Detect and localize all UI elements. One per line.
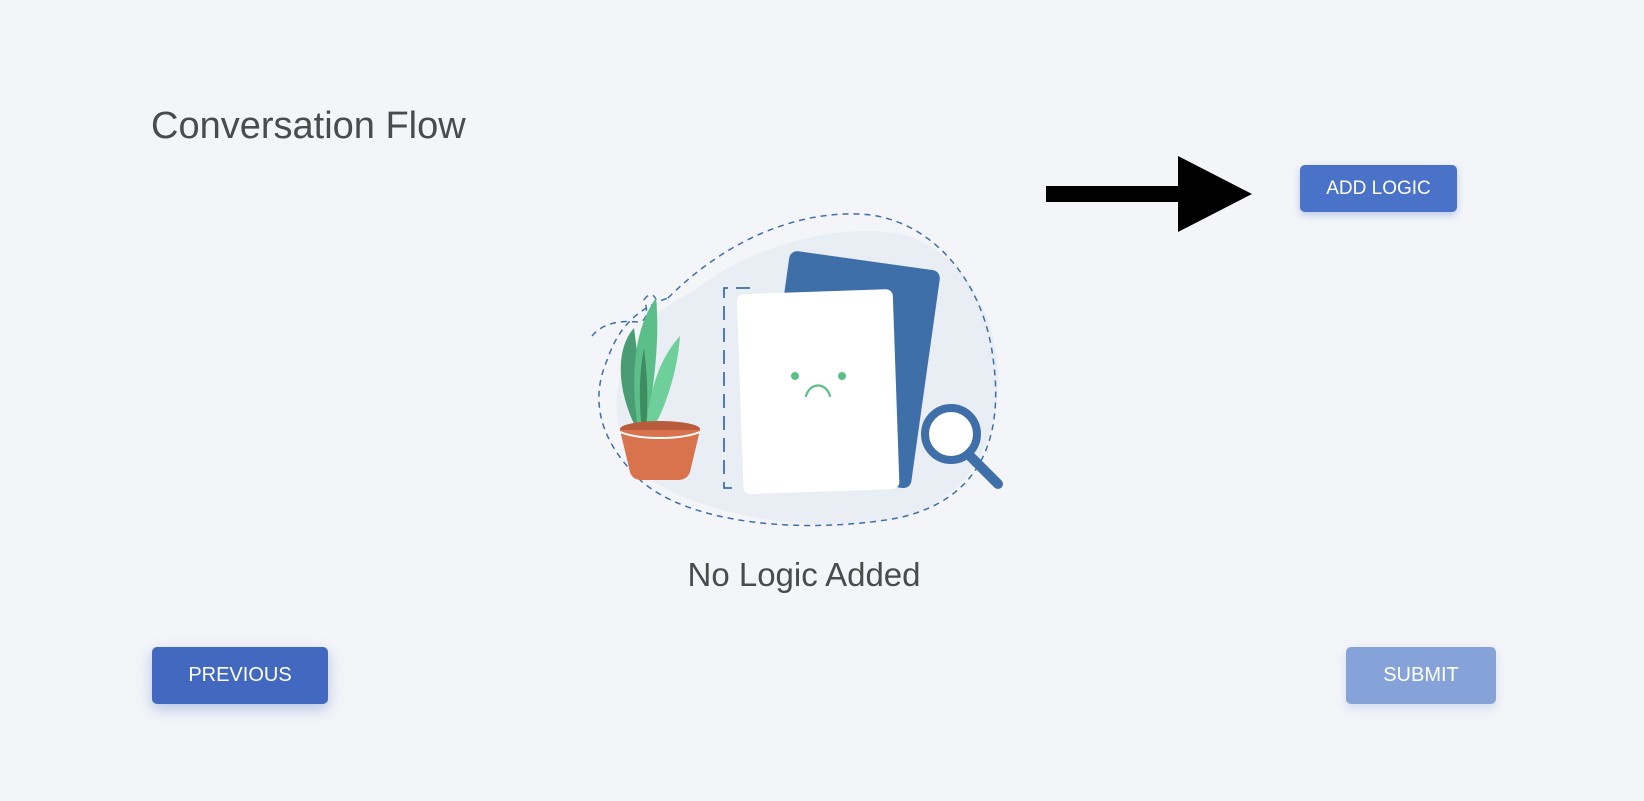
front-document [736,289,900,495]
submit-button[interactable]: SUBMIT [1346,647,1496,704]
empty-state-illustration [591,213,1003,527]
previous-button[interactable]: PREVIOUS [152,647,328,704]
face-eye-right [838,372,846,380]
empty-state-message: No Logic Added [687,556,921,593]
page-title: Conversation Flow [151,105,466,147]
add-logic-button[interactable]: ADD LOGIC [1300,165,1457,212]
face-eye-left [791,372,799,380]
arrow-right-icon [1046,156,1252,232]
